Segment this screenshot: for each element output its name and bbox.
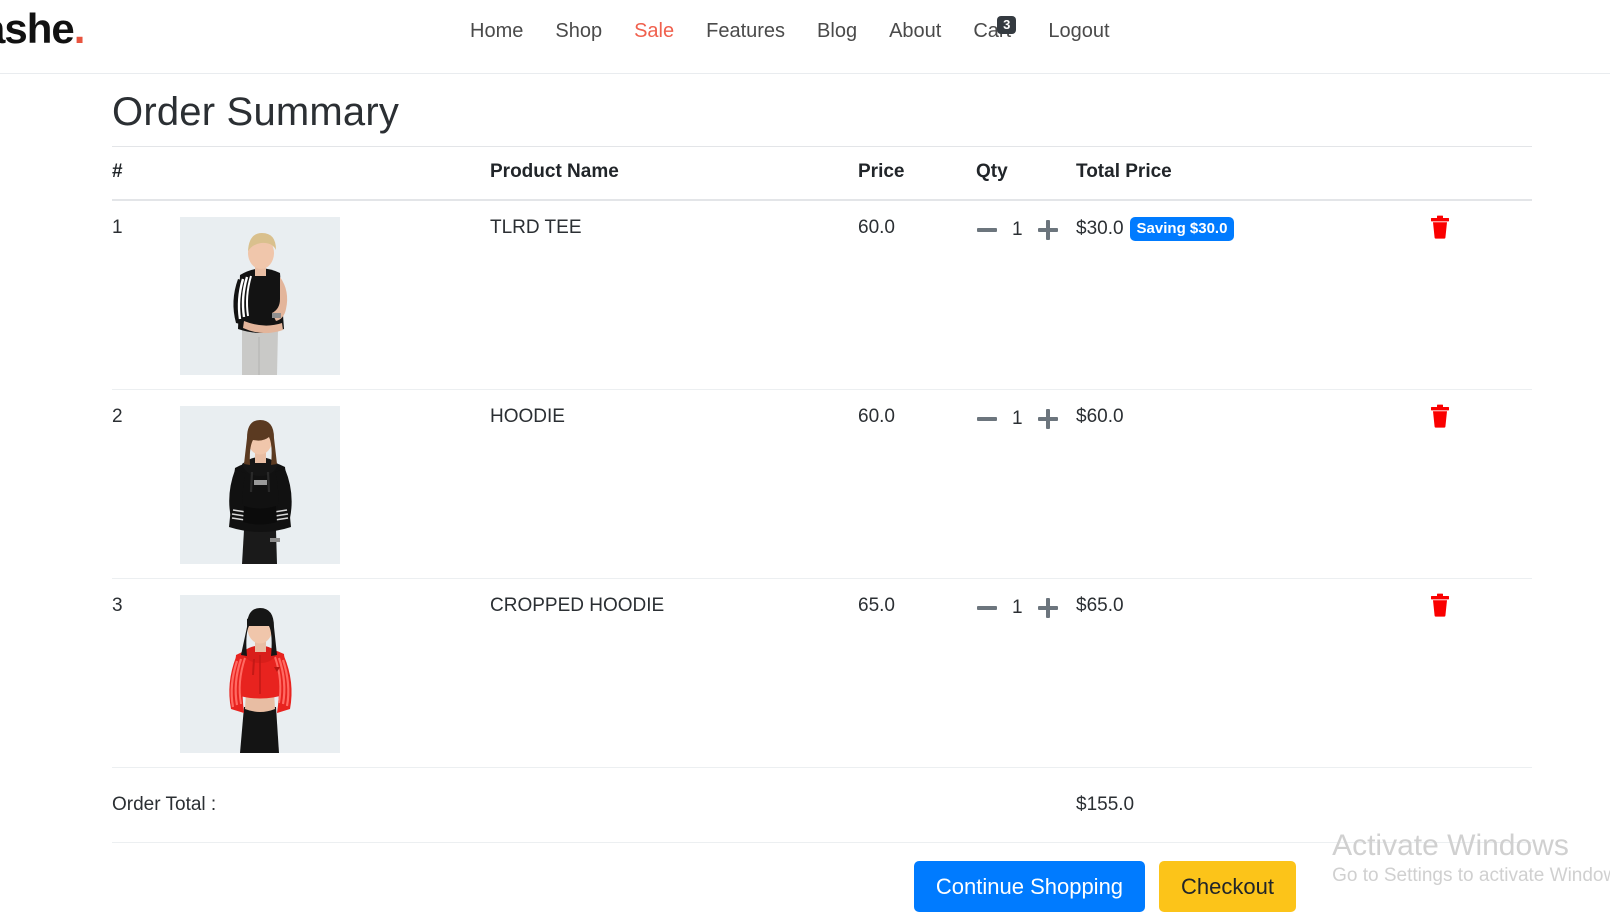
product-thumbnail[interactable]	[180, 217, 340, 375]
row-product-name: HOODIE	[490, 389, 858, 579]
row-product-name: TLRD TEE	[490, 200, 858, 390]
nav-item-sale[interactable]: Sale	[634, 20, 674, 43]
saving-badge: Saving $30.0	[1129, 217, 1235, 242]
product-image-tlrd-tee	[180, 217, 340, 375]
row-qty-cell: 1	[976, 578, 1076, 768]
minus-icon[interactable]	[976, 597, 998, 619]
checkout-button[interactable]: Checkout	[1159, 860, 1296, 912]
header-actions	[1292, 146, 1532, 201]
brand-dot: .	[73, 5, 86, 52]
table-header: # Product Name Price Qty Total Price	[112, 146, 1532, 201]
row-index: 2	[112, 389, 180, 579]
header-qty: Qty	[976, 146, 1076, 201]
order-total-row: Order Total : $155.0	[112, 767, 1532, 843]
nav-item-logout[interactable]: Logout	[1048, 20, 1109, 43]
row-product-image-cell	[180, 578, 490, 768]
row-total-cell: $30.0 Saving $30.0	[1076, 200, 1292, 390]
page-title: Order Summary	[112, 90, 400, 134]
header-index: #	[112, 146, 180, 201]
nav-item-cart[interactable]: Cart 3	[973, 16, 1017, 43]
trash-icon	[1431, 215, 1449, 239]
continue-shopping-button[interactable]: Continue Shopping	[913, 860, 1146, 912]
plus-icon[interactable]	[1037, 219, 1059, 241]
row-product-image-cell	[180, 200, 490, 390]
quantity-stepper: 1	[976, 217, 1076, 241]
row-qty-cell: 1	[976, 389, 1076, 579]
trash-icon	[1431, 404, 1449, 428]
row-total-price: $30.0	[1076, 218, 1124, 240]
delete-item-button[interactable]	[1430, 404, 1450, 428]
row-total-cell: $60.0	[1076, 389, 1292, 579]
row-delete-cell	[1292, 389, 1532, 579]
action-buttons: Continue Shopping Checkout	[112, 860, 1532, 912]
nav-item-shop[interactable]: Shop	[555, 20, 602, 43]
product-thumbnail[interactable]	[180, 405, 340, 564]
cart-count-badge: 3	[997, 16, 1017, 35]
row-index: 1	[112, 200, 180, 390]
table-row: 2 HOODIE 60.0 1 $60.0	[112, 389, 1532, 579]
delete-item-button[interactable]	[1430, 593, 1450, 617]
order-total-value: $155.0	[1076, 767, 1292, 843]
qty-value: 1	[1012, 407, 1023, 429]
row-price: 60.0	[858, 389, 976, 579]
table-header-row: # Product Name Price Qty Total Price	[112, 146, 1532, 201]
row-price: 60.0	[858, 200, 976, 390]
product-image-hoodie	[180, 405, 340, 564]
quantity-stepper: 1	[976, 406, 1076, 430]
qty-value: 1	[1012, 219, 1023, 240]
row-price: 65.0	[858, 578, 976, 768]
qty-value: 1	[1012, 596, 1023, 618]
table-row: 3 CROPPED HOODIE 65.0 1 $65.0	[112, 578, 1532, 768]
row-index: 3	[112, 578, 180, 768]
product-image-cropped-hoodie	[180, 594, 340, 753]
product-thumbnail[interactable]	[180, 594, 340, 753]
main-navigation: Home Shop Sale Features Blog About Cart …	[470, 16, 1110, 43]
order-total-label: Order Total :	[112, 767, 1076, 843]
row-product-image-cell	[180, 389, 490, 579]
actions-cell: Continue Shopping Checkout	[112, 842, 1532, 912]
actions-row: Continue Shopping Checkout	[112, 842, 1532, 912]
quantity-stepper: 1	[976, 595, 1076, 619]
delete-item-button[interactable]	[1430, 215, 1450, 239]
row-total-price: $60.0	[1076, 405, 1124, 427]
row-delete-cell	[1292, 200, 1532, 390]
header-price: Price	[858, 146, 976, 201]
nav-item-about[interactable]: About	[889, 20, 941, 43]
header-product-name: Product Name	[490, 146, 858, 201]
row-total-cell: $65.0	[1076, 578, 1292, 768]
brand-text: ashe	[0, 5, 75, 52]
row-total-price: $65.0	[1076, 594, 1124, 616]
nav-item-blog[interactable]: Blog	[817, 20, 857, 43]
header-total-price: Total Price	[1076, 146, 1292, 201]
minus-icon[interactable]	[976, 408, 998, 430]
nav-item-features[interactable]: Features	[706, 20, 785, 43]
minus-icon[interactable]	[976, 219, 998, 241]
table-body: 1 TLRD TEE 60.0 1 $30.0 Saving $30.0 2 H…	[112, 200, 1532, 912]
plus-icon[interactable]	[1037, 408, 1059, 430]
nav-item-home[interactable]: Home	[470, 20, 523, 43]
order-summary-page: Order Summary # Product Name Price Qty T…	[0, 88, 1610, 912]
brand-logo[interactable]: ashe.	[0, 5, 86, 52]
order-total-spacer	[1292, 767, 1532, 843]
row-qty-cell: 1	[976, 200, 1076, 390]
trash-icon	[1431, 593, 1449, 617]
table-row: 1 TLRD TEE 60.0 1 $30.0 Saving $30.0	[112, 200, 1532, 390]
row-delete-cell	[1292, 578, 1532, 768]
plus-icon[interactable]	[1037, 597, 1059, 619]
row-product-name: CROPPED HOODIE	[490, 578, 858, 768]
order-summary-table: # Product Name Price Qty Total Price 1 T…	[112, 146, 1532, 912]
header-image	[180, 146, 490, 201]
site-header: ashe. Home Shop Sale Features Blog About…	[0, 0, 1610, 74]
